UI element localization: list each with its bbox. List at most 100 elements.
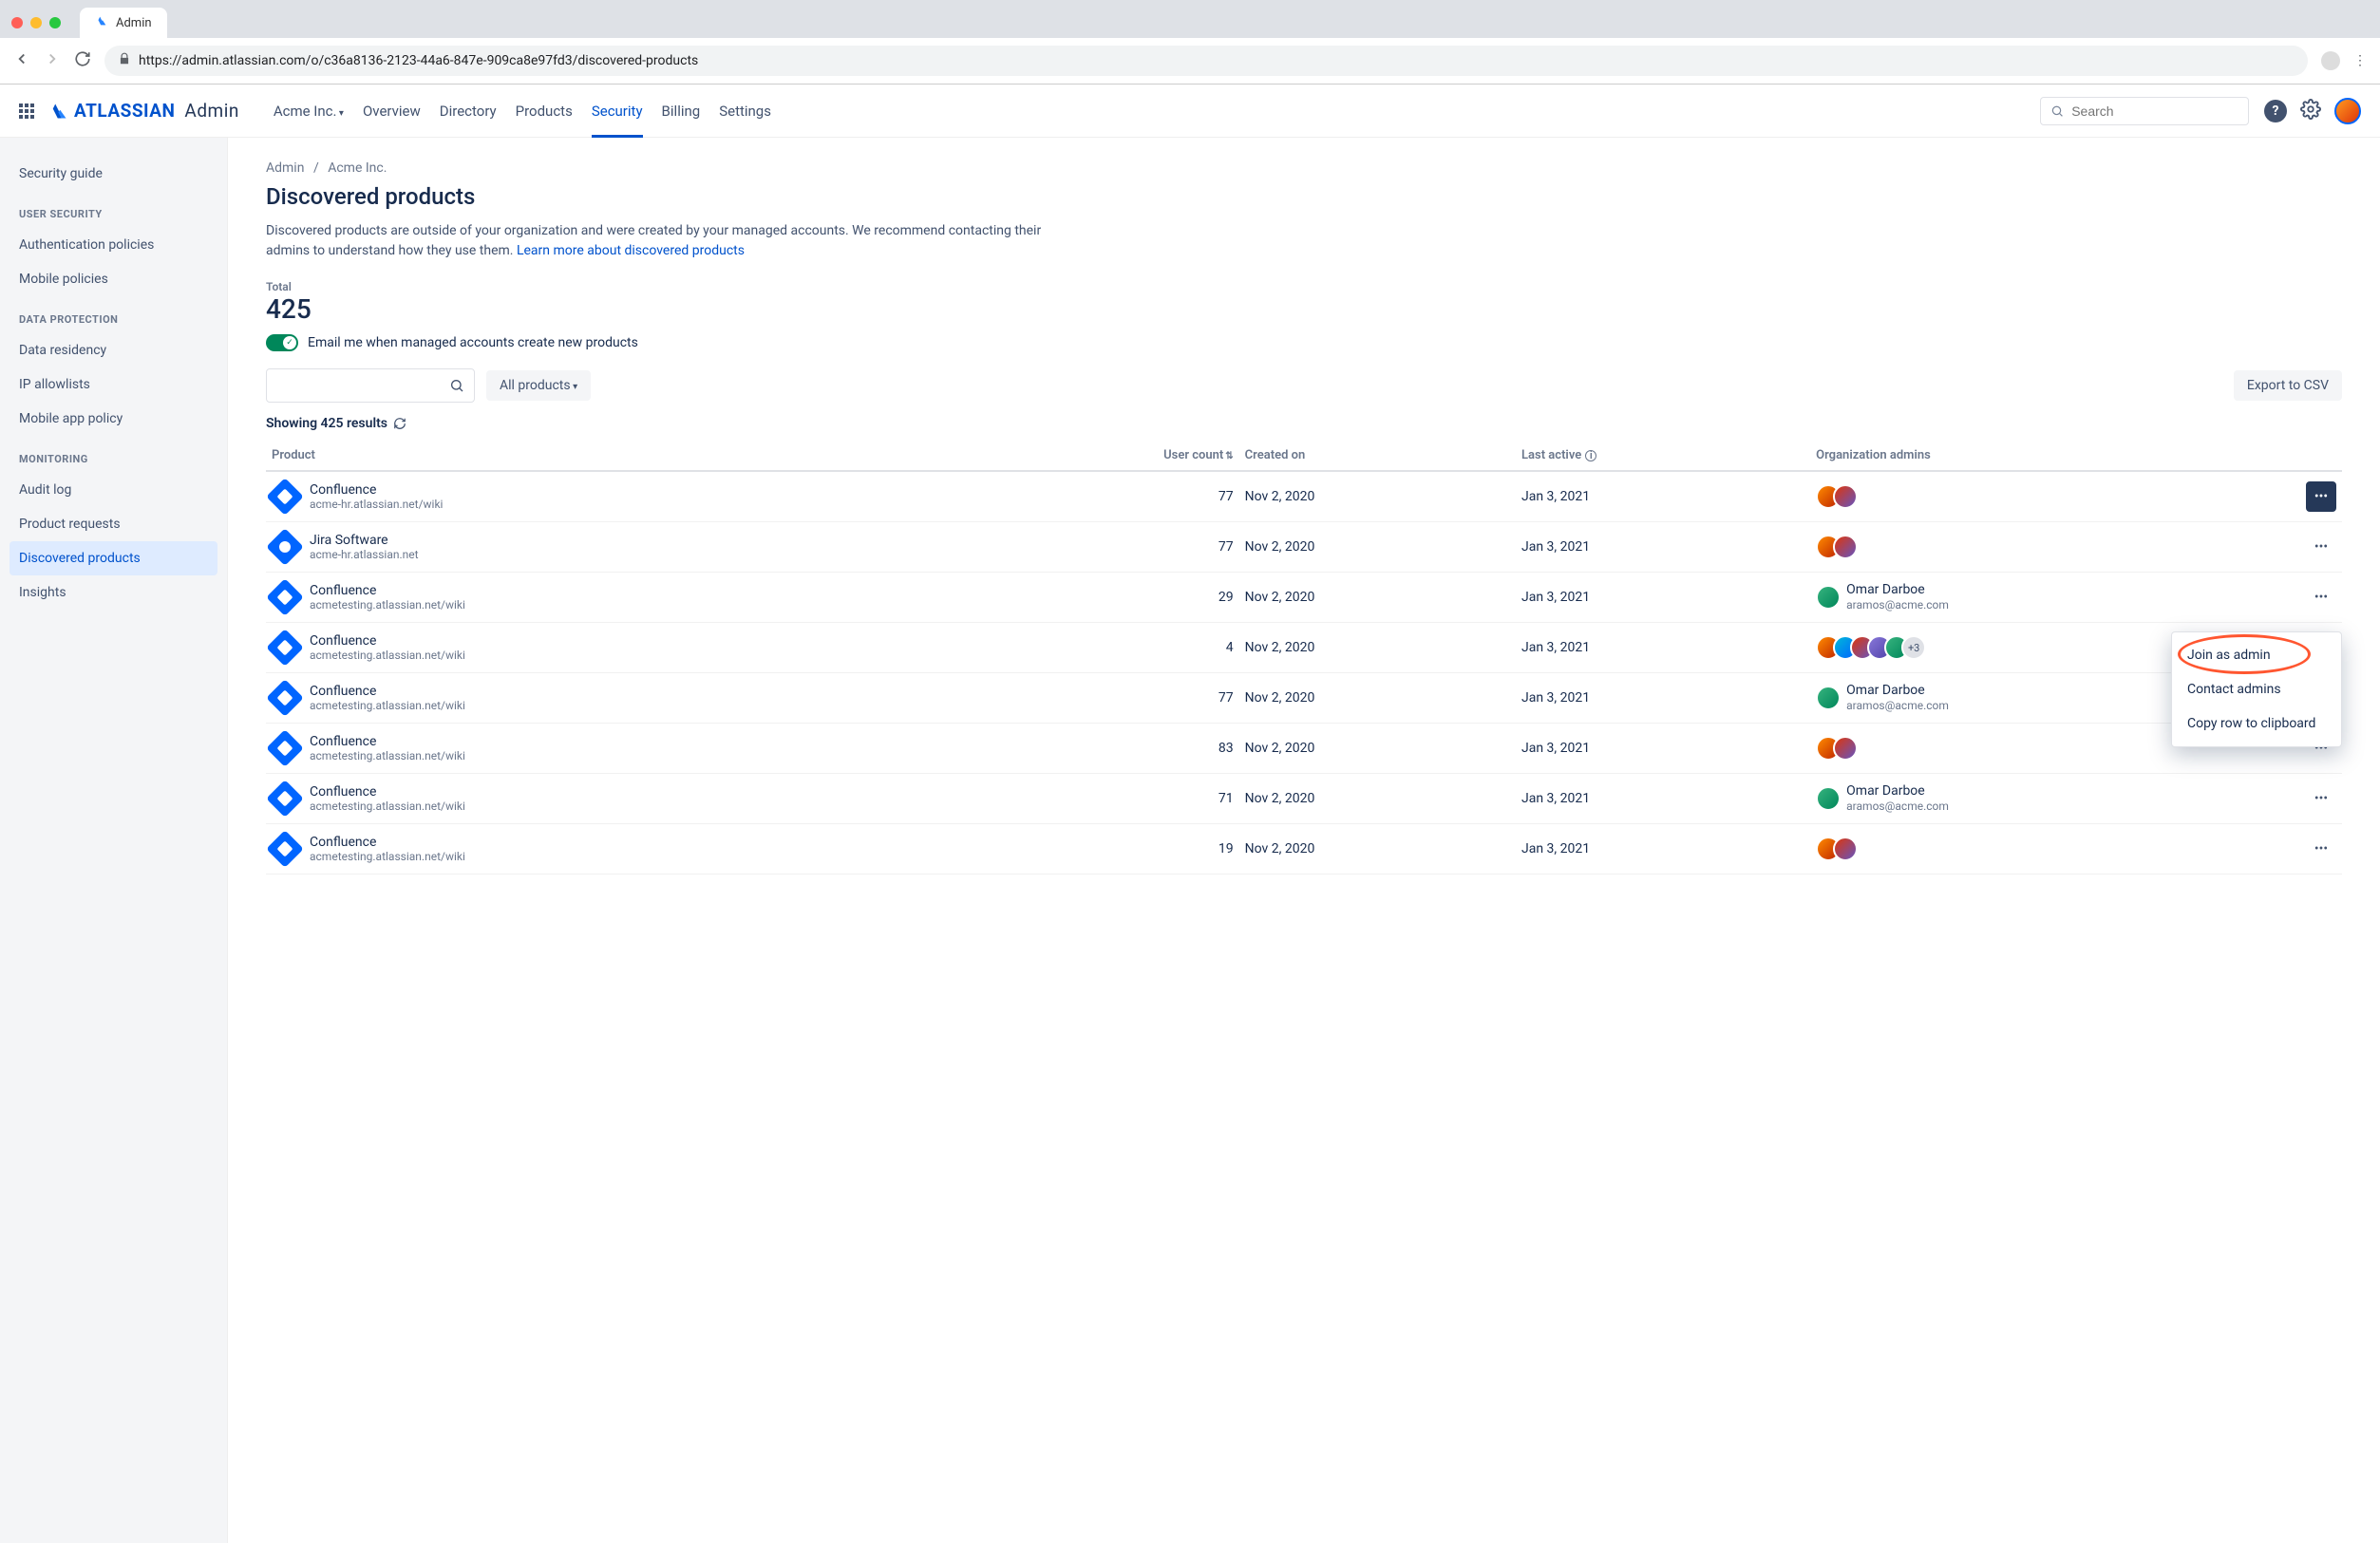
table-row: Confluence acmetesting.atlassian.net/wik… (266, 824, 2342, 875)
page-title: Discovered products (266, 183, 2342, 210)
close-window-icon[interactable] (11, 17, 23, 28)
main-content: Admin / Acme Inc. Discovered products Di… (228, 138, 2380, 1543)
address-bar[interactable]: https://admin.atlassian.com/o/c36a8136-2… (104, 46, 2308, 76)
product-name: Confluence (310, 784, 465, 800)
table-row: Confluence acmetesting.atlassian.net/wik… (266, 673, 2342, 724)
product-name: Confluence (310, 583, 465, 599)
menu-item-copy-row-to-clipboard[interactable]: Copy row to clipboard (2172, 706, 2341, 741)
crumb-org[interactable]: Acme Inc. (328, 160, 387, 176)
gear-icon[interactable] (2300, 99, 2321, 123)
user-count: 4 (963, 623, 1239, 673)
row-actions-menu: Join as adminContact adminsCopy row to c… (2171, 631, 2342, 747)
forward-button[interactable] (44, 50, 61, 71)
sidebar-item-authentication-policies[interactable]: Authentication policies (0, 228, 227, 262)
avatar (1816, 585, 1841, 610)
top-nav: Acme Inc. Overview Directory Products Securi… (274, 85, 771, 137)
browser-profile-icon[interactable] (2321, 51, 2340, 70)
sidebar-item-mobile-policies[interactable]: Mobile policies (0, 262, 227, 296)
zoom-window-icon[interactable] (49, 17, 61, 28)
export-csv-button[interactable]: Export to CSV (2234, 370, 2342, 401)
user-count: 19 (963, 824, 1239, 875)
product-name: Confluence (310, 734, 465, 750)
table-row: Confluence acmetesting.atlassian.net/wik… (266, 623, 2342, 673)
avatar (1816, 786, 1841, 811)
col-product[interactable]: Product (266, 441, 963, 471)
col-created[interactable]: Created on (1239, 441, 1516, 471)
avatar (1833, 837, 1858, 861)
product-url: acme-hr.atlassian.net (310, 548, 419, 561)
brand-name: ATLASSIAN (74, 100, 175, 122)
brand-logo[interactable]: ATLASSIAN Admin (49, 100, 239, 122)
filter-search-input[interactable] (266, 368, 475, 403)
search-icon (449, 378, 464, 393)
row-actions-button[interactable]: ••• (2306, 582, 2336, 612)
nav-directory[interactable]: Directory (440, 85, 497, 137)
search-input[interactable] (2071, 103, 2238, 119)
crumb-admin[interactable]: Admin (266, 160, 304, 176)
toggle-label: Email me when managed accounts create ne… (308, 335, 638, 350)
row-actions-button[interactable]: ••• (2306, 783, 2336, 814)
org-admins (1810, 522, 2300, 573)
email-toggle[interactable] (266, 334, 298, 351)
sidebar-item-audit-log[interactable]: Audit log (0, 473, 227, 507)
global-search[interactable] (2040, 97, 2249, 125)
learn-more-link[interactable]: Learn more about discovered products (517, 243, 745, 258)
product-url: acmetesting.atlassian.net/wiki (310, 800, 465, 813)
col-last-active[interactable]: Last activei (1516, 441, 1810, 471)
menu-item-join-as-admin[interactable]: Join as admin (2172, 638, 2341, 672)
org-admins: Omar Darboe aramos@acme.com (1810, 774, 2300, 824)
org-switcher[interactable]: Acme Inc. (274, 85, 344, 137)
help-icon[interactable]: ? (2264, 100, 2287, 122)
sidebar-item-security-guide[interactable]: Security guide (0, 157, 227, 191)
nav-settings[interactable]: Settings (719, 85, 771, 137)
results-count: Showing 425 results (266, 416, 2342, 431)
col-admins[interactable]: Organization admins (1810, 441, 2300, 471)
nav-overview[interactable]: Overview (363, 85, 421, 137)
sidebar-item-data-residency[interactable]: Data residency (0, 333, 227, 367)
nav-products[interactable]: Products (516, 85, 573, 137)
nav-billing[interactable]: Billing (662, 85, 701, 137)
last-active: Jan 3, 2021 (1516, 471, 1810, 522)
product-filter-dropdown[interactable]: All products (486, 370, 591, 401)
avatar (1816, 686, 1841, 710)
row-actions-button[interactable]: ••• (2306, 532, 2336, 562)
browser-menu-icon[interactable]: ⋮ (2353, 53, 2367, 68)
menu-item-contact-admins[interactable]: Contact admins (2172, 672, 2341, 706)
sidebar-item-insights[interactable]: Insights (0, 575, 227, 610)
sidebar-item-ip-allowlists[interactable]: IP allowlists (0, 367, 227, 402)
app-header: ATLASSIAN Admin Acme Inc. Overview Directo… (0, 85, 2380, 138)
browser-tab[interactable]: Admin (80, 8, 167, 38)
row-actions-button[interactable]: ••• (2306, 834, 2336, 864)
app-switcher-icon[interactable] (19, 103, 34, 119)
browser-chrome: Admin https://admin.atlassian.com/o/c36a… (0, 0, 2380, 85)
reload-button[interactable] (74, 50, 91, 71)
col-user-count[interactable]: User count⇅ (963, 441, 1239, 471)
lock-icon (118, 52, 131, 69)
sidebar-item-discovered-products[interactable]: Discovered products (9, 541, 217, 575)
avatar (1833, 535, 1858, 559)
avatar[interactable] (2334, 98, 2361, 124)
user-count: 71 (963, 774, 1239, 824)
confluence-icon (266, 629, 304, 667)
atlassian-icon (95, 14, 108, 31)
confluence-icon (266, 780, 304, 818)
user-count: 77 (963, 522, 1239, 573)
minimize-window-icon[interactable] (30, 17, 42, 28)
table-row: Confluence acme-hr.atlassian.net/wiki77N… (266, 471, 2342, 522)
sidebar-item-product-requests[interactable]: Product requests (0, 507, 227, 541)
product-url: acmetesting.atlassian.net/wiki (310, 699, 465, 712)
user-count: 83 (963, 724, 1239, 774)
created-on: Nov 2, 2020 (1239, 471, 1516, 522)
sidebar-item-mobile-app-policy[interactable]: Mobile app policy (0, 402, 227, 436)
row-actions-button[interactable]: ••• (2306, 481, 2336, 512)
last-active: Jan 3, 2021 (1516, 724, 1810, 774)
last-active: Jan 3, 2021 (1516, 824, 1810, 875)
product-url: acmetesting.atlassian.net/wiki (310, 749, 465, 762)
table-row: Confluence acmetesting.atlassian.net/wik… (266, 724, 2342, 774)
refresh-icon[interactable] (393, 417, 406, 430)
nav-security[interactable]: Security (592, 85, 643, 137)
avatar-more[interactable]: +3 (1901, 635, 1926, 660)
created-on: Nov 2, 2020 (1239, 824, 1516, 875)
back-button[interactable] (13, 50, 30, 71)
brand-sub: Admin (184, 100, 238, 122)
